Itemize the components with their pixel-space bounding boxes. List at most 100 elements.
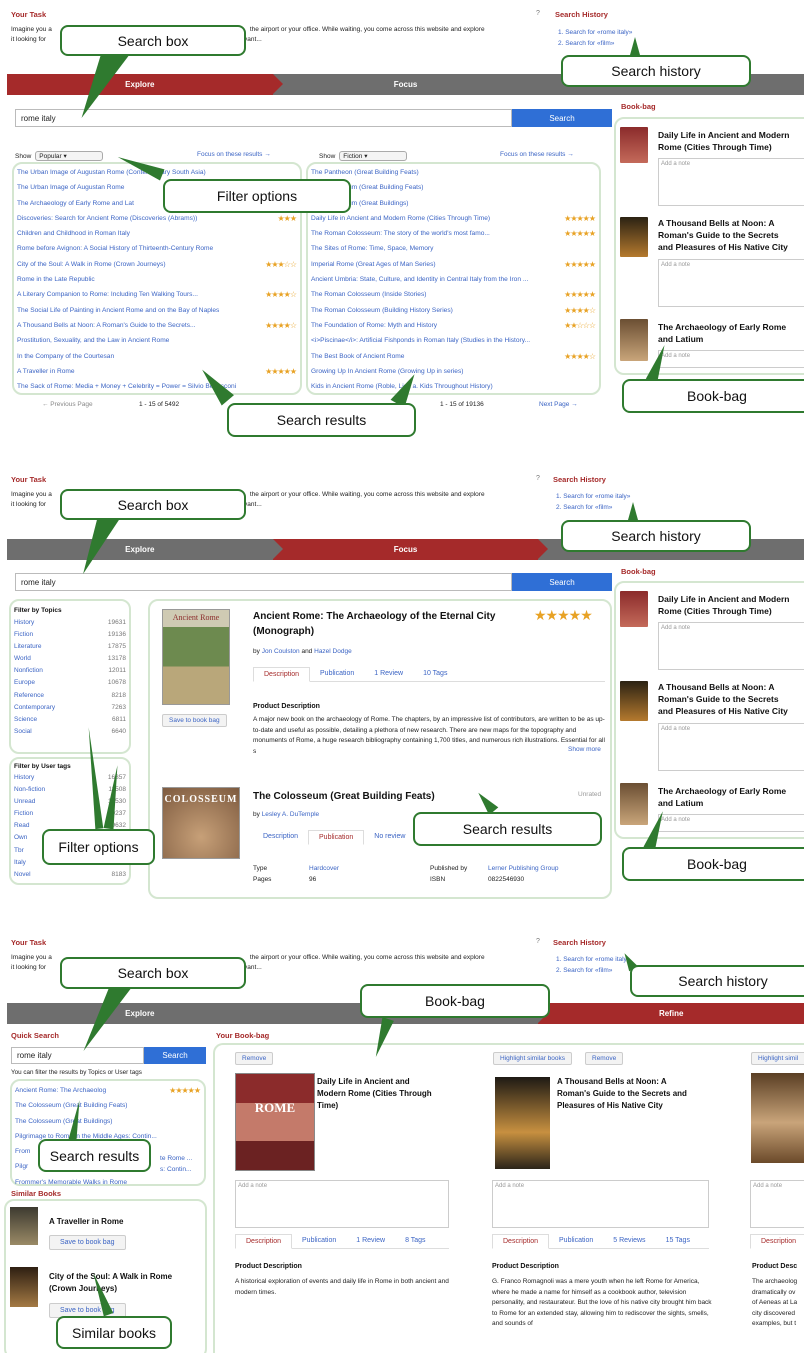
result-title[interactable]: The Best Book of Ancient Rome [311,353,404,360]
filter-label[interactable]: Unread [14,796,35,808]
result-title[interactable]: The Foundation of Rome: Myth and History [311,322,437,329]
result-item[interactable]: The Roman Colosseum: The story of the wo… [308,226,599,241]
result-item[interactable]: The Sack of Rome: Media + Money + Celebr… [14,379,300,394]
step-focus[interactable]: Focus [272,539,549,560]
tab-description[interactable]: Description [750,1234,804,1249]
result-item[interactable]: The Roman Colosseum (Inside Stories) ★★★★… [308,287,599,302]
filter-label[interactable]: Literature [14,641,41,653]
help-icon[interactable]: ? [536,938,540,945]
book-title[interactable]: Ancient Rome: The Archaeology of the Ete… [253,609,495,639]
result-title[interactable]: A Traveller in Rome [17,368,75,375]
result-item[interactable]: The Sites of Rome: Time, Space, Memory [308,241,599,256]
result-item[interactable]: Ancient Rome: The Archaeolog ★★★★★ [12,1083,204,1098]
tab-tags[interactable]: 8 Tags [395,1234,436,1248]
filter-item[interactable]: Reference 8218 [11,690,129,702]
remove-button[interactable]: Remove [235,1052,274,1065]
book-title[interactable]: The Colosseum (Great Building Feats) [253,791,435,802]
result-item[interactable]: Frommer's Memorable Walks in Rome [12,1175,204,1190]
note-field[interactable]: Add a note [750,1180,804,1228]
prev-page-link[interactable]: ← Previous Page [42,401,93,408]
filter-label[interactable]: Europe [14,677,35,689]
tab-tags[interactable]: 10 Tags [413,667,457,681]
filter-item[interactable]: Contemporary 7263 [11,702,129,714]
result-item[interactable]: The Foundation of Rome: Myth and History… [308,318,599,333]
show-more-link[interactable]: Show more [565,746,601,753]
note-field[interactable]: Add a note [235,1180,449,1228]
similar-book-title[interactable]: City of the Soul: A Walk in Rome (Crown J… [49,1271,172,1295]
highlight-similar-button[interactable]: Highlight similar books [493,1052,573,1065]
result-item[interactable]: The Colosseum (Great Buildings) [308,196,599,211]
result-title[interactable]: From [15,1148,30,1155]
bookbag-item-title[interactable]: The Archaeology of Early Rome and Latium [658,785,786,809]
tab-reviews[interactable]: 1 Review [364,667,413,681]
save-to-bookbag-button[interactable]: Save to book bag [162,714,227,727]
filter-label[interactable]: World [14,653,31,665]
result-title[interactable]: Imperial Rome (Great Ages of Man Series) [311,261,436,268]
result-title[interactable]: Prostitution, Sexuality, and the Law in … [17,337,169,344]
bookbag-item-title[interactable]: A Thousand Bells at Noon: A Roman's Guid… [658,681,788,717]
filter-item[interactable]: Literature 17875 [11,641,129,653]
similar-book-title[interactable]: A Traveller in Rome [49,1217,123,1226]
filter-label[interactable]: Contemporary [14,702,55,714]
note-field[interactable]: Add a note [658,622,804,670]
filter-item[interactable]: Nonfiction 12011 [11,665,129,677]
filter-item[interactable]: Social 6640 [11,726,129,738]
filter-label[interactable]: Read [14,820,30,832]
tab-reviews[interactable]: 5 Reviews [603,1234,655,1248]
history-item[interactable]: 1. Search for «rome italy» [558,27,632,38]
filter-item[interactable]: Novel 8183 [11,869,129,881]
author-link[interactable]: Jon Coulston [262,648,300,655]
result-item[interactable]: Daily Life in Ancient and Modern Rome (C… [308,211,599,226]
result-title[interactable]: The Urban Image of Augustan Rome (Contem… [17,169,206,176]
tab-tags[interactable]: 15 Tags [656,1234,700,1248]
filter-item[interactable]: World 13178 [11,653,129,665]
result-title[interactable]: The Roman Colosseum (Building History Se… [311,307,453,314]
tab-description[interactable]: Description [235,1234,293,1249]
tab-publication[interactable]: Publication [308,830,365,845]
tab-description[interactable]: Description [253,830,308,844]
filter-item[interactable]: Europe 10678 [11,677,129,689]
result-title[interactable]: The Archaeology of Early Rome and Lat [17,200,134,207]
search-button[interactable]: Search [512,109,612,127]
highlight-similar-button[interactable]: Highlight simil [751,1052,804,1065]
history-item[interactable]: 2. Search for «film» [556,965,630,976]
tab-publication[interactable]: Publication [310,667,364,681]
book-cover[interactable]: ROME [235,1073,315,1171]
result-item[interactable]: The Colosseum (Great Buildings) [12,1114,204,1129]
bookbag-item-title[interactable]: A Thousand Bells at Noon: A Roman's Guid… [658,217,788,253]
search-button[interactable]: Search [144,1047,206,1064]
result-title[interactable]: A Literary Companion to Rome: Including … [17,291,198,298]
result-item[interactable]: Growing Up In Ancient Rome (Growing Up i… [308,364,599,379]
result-title[interactable]: The Pantheon (Great Building Feats) [311,169,419,176]
note-field[interactable]: Add a note [658,158,804,206]
book-title[interactable]: A Thousand Bells at Noon: A Roman's Guid… [557,1076,687,1112]
note-field[interactable]: Add a note [658,259,804,307]
result-item[interactable]: <i>Piscinae</i>: Artificial Fishponds in… [308,333,599,348]
bookbag-item-title[interactable]: The Archaeology of Early Rome and Latium [658,321,786,345]
author-link[interactable]: Lesley A. DuTemple [262,811,319,818]
book-cover[interactable] [10,1267,38,1307]
book-cover[interactable]: Ancient Rome [162,609,230,705]
result-title[interactable]: The Roman Colosseum: The story of the wo… [311,230,490,237]
right-sort-select[interactable]: Fiction ▾ [339,151,408,161]
history-item[interactable]: 2. Search for «film» [558,38,632,49]
filter-label[interactable]: Nonfiction [14,665,43,677]
result-item[interactable]: Children and Childhood in Roman Italy [14,226,300,241]
result-item[interactable]: A Thousand Bells at Noon: A Roman's Guid… [14,318,300,333]
result-title[interactable]: The Roman Colosseum (Inside Stories) [311,291,426,298]
note-field[interactable]: Add a note [658,723,804,771]
result-item[interactable]: Rome before Avignon: A Social History of… [14,241,300,256]
tab-description[interactable]: Description [253,667,311,682]
result-item[interactable]: A Literary Companion to Rome: Including … [14,287,300,302]
result-item[interactable]: Prostitution, Sexuality, and the Law in … [14,333,300,348]
right-focus-link[interactable]: Focus on these results → [500,151,574,158]
result-title[interactable]: Pilgr [15,1163,28,1170]
bookbag-item-title[interactable]: Daily Life in Ancient and Modern Rome (C… [658,129,789,153]
filter-label[interactable]: History [14,617,34,629]
book-cover[interactable] [751,1073,804,1163]
step-explore[interactable]: Explore [7,539,283,560]
author-link[interactable]: Hazel Dodge [314,648,352,655]
result-title[interactable]: Discoveries: Search for Ancient Rome (Di… [17,215,197,222]
filter-label[interactable]: Reference [14,690,44,702]
filter-label[interactable]: Novel [14,869,31,881]
